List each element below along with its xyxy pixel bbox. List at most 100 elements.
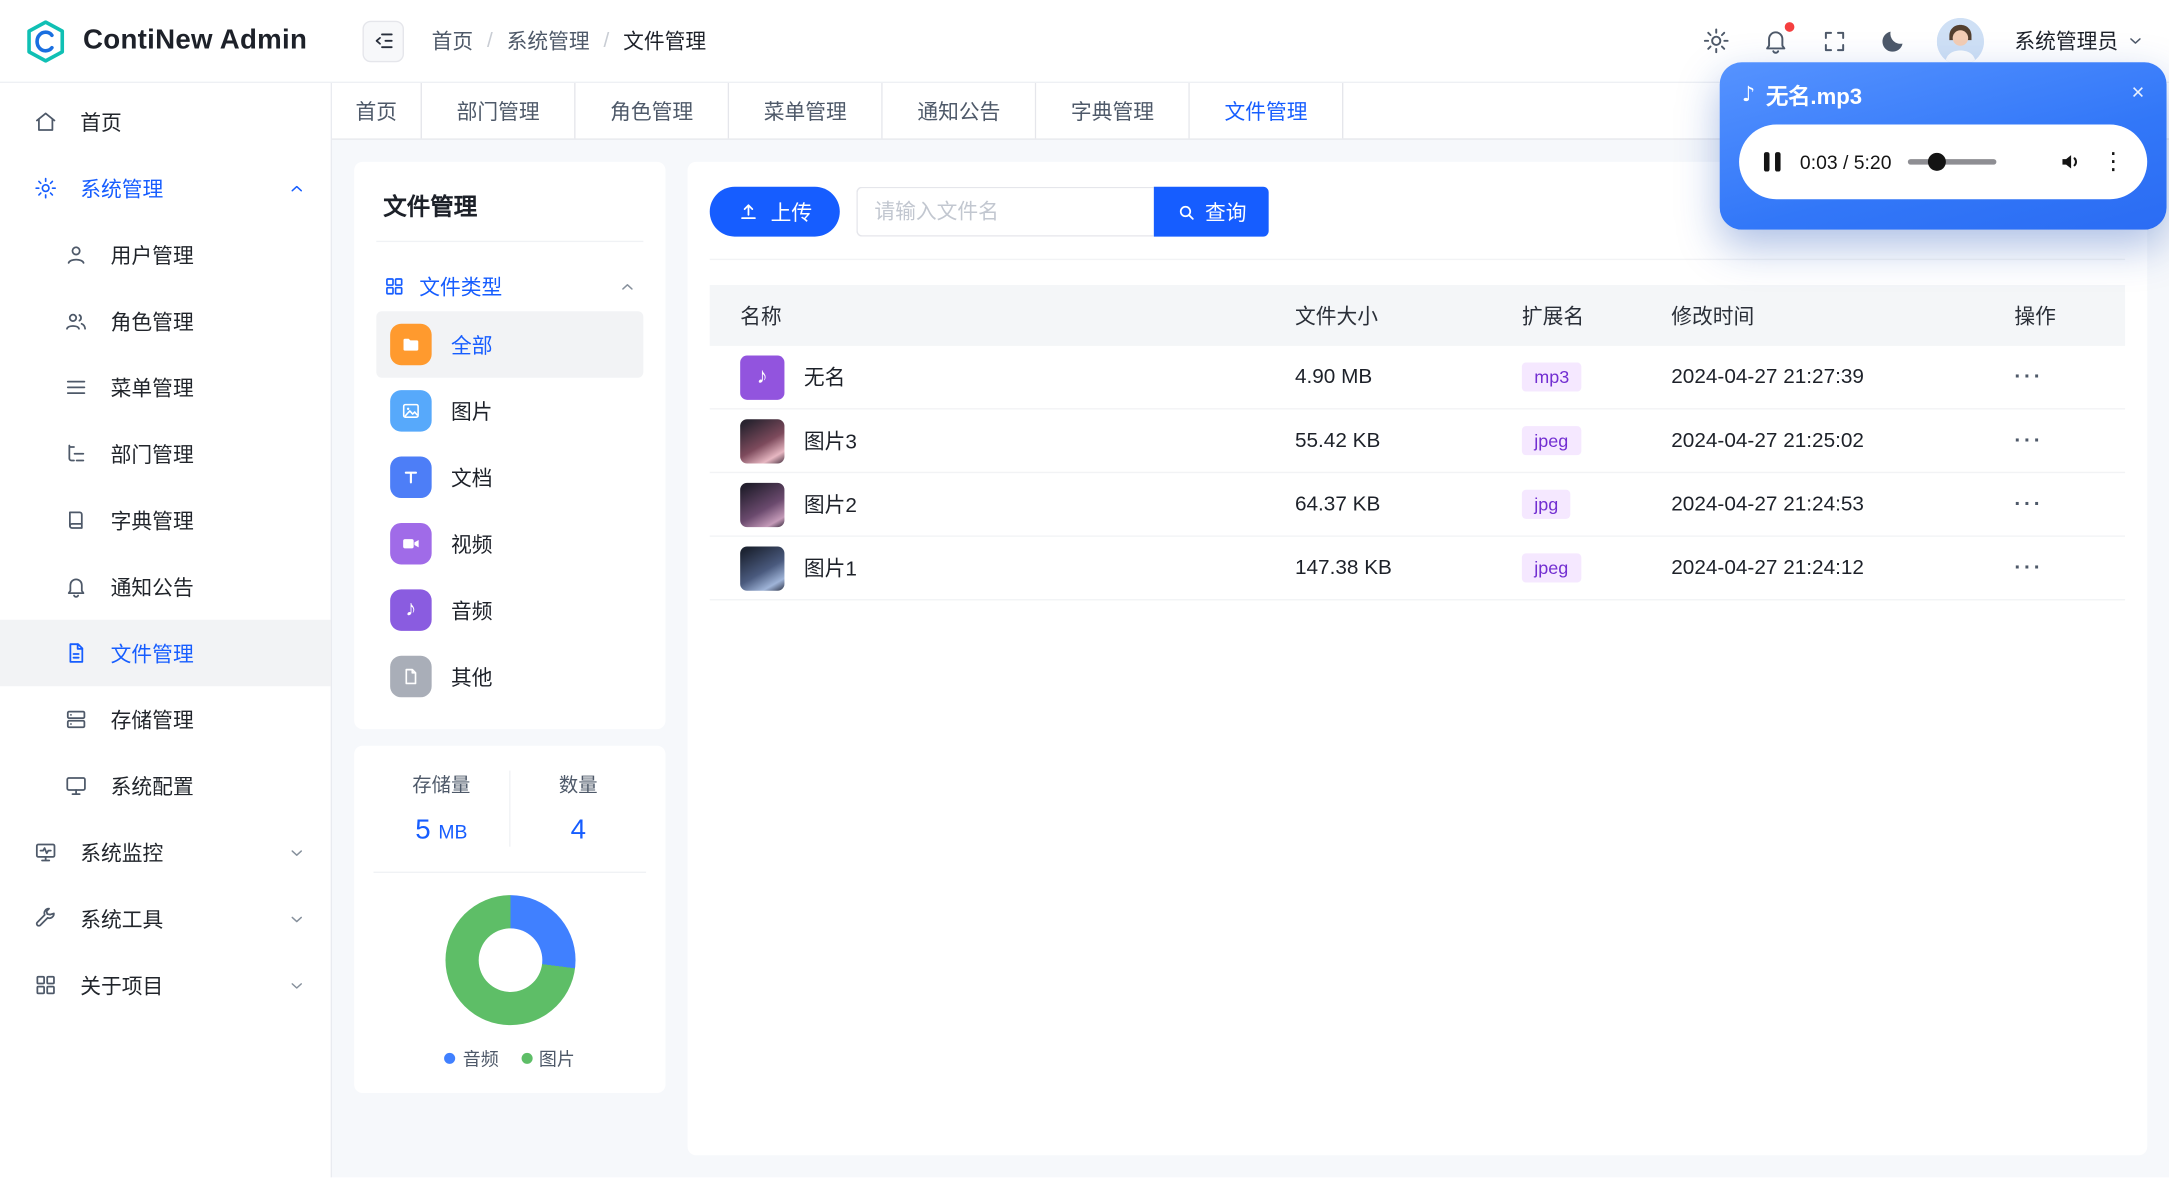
row-actions-button[interactable]: ··· xyxy=(2014,365,2043,389)
type-label: 图片 xyxy=(451,400,493,425)
sidebar-item-home[interactable]: 首页 xyxy=(0,89,331,155)
fullscreen-button[interactable] xyxy=(1821,27,1849,55)
wrench-icon xyxy=(33,906,58,931)
legend-item-image: 图片 xyxy=(520,1045,575,1071)
table-row[interactable]: ♪ 无名 4.90 MB mp3 2024-04-27 21:27:39 ··· xyxy=(709,346,2126,410)
user-avatar[interactable] xyxy=(1936,17,1984,65)
seek-slider-thumb[interactable] xyxy=(1927,152,1946,171)
file-size: 147.38 KB xyxy=(1294,556,1392,580)
gear-icon xyxy=(1703,28,1729,54)
tab-menu-mgmt[interactable]: 菜单管理 xyxy=(729,83,883,139)
breadcrumb-item[interactable]: 系统管理 xyxy=(507,26,590,55)
sidebar-item-menu-mgmt[interactable]: 菜单管理 xyxy=(0,354,331,420)
tab-notice[interactable]: 通知公告 xyxy=(882,83,1037,139)
sidebar-item-system-config[interactable]: 系统配置 xyxy=(0,753,331,819)
ext-tag: jpg xyxy=(1521,489,1571,519)
legend-dot-image xyxy=(520,1052,532,1064)
type-label: 音频 xyxy=(451,599,493,624)
chevron-up-icon xyxy=(618,277,636,295)
type-item-document[interactable]: 文档 xyxy=(376,444,643,510)
modified-time: 2024-04-27 21:24:12 xyxy=(1671,556,1864,580)
sidebar-group-about[interactable]: 关于项目 xyxy=(0,952,331,1018)
file-type-group-toggle[interactable]: 文件类型 xyxy=(376,261,643,311)
sidebar-item-notice[interactable]: 通知公告 xyxy=(0,553,331,619)
divider xyxy=(376,240,644,243)
table-row[interactable]: 图片2 64.37 KB jpg 2024-04-27 21:24:53 ··· xyxy=(709,473,2126,537)
settings-button[interactable] xyxy=(1702,26,1731,55)
tab-dict-mgmt[interactable]: 字典管理 xyxy=(1036,83,1190,139)
ext-tag: jpeg xyxy=(1521,426,1581,456)
chevron-down-icon xyxy=(288,910,306,928)
storage-label: 存储量 xyxy=(412,773,471,796)
file-icon xyxy=(64,641,89,666)
upload-icon xyxy=(741,204,756,220)
seek-slider[interactable] xyxy=(1908,152,1997,171)
volume-button[interactable] xyxy=(2057,148,2085,176)
sidebar-group-label: 系统管理 xyxy=(80,177,164,202)
player-close-button[interactable]: × xyxy=(2131,82,2144,105)
notifications-button[interactable] xyxy=(1761,22,1795,55)
sidebar-item-label: 系统配置 xyxy=(110,775,194,799)
sidebar-item-storage-mgmt[interactable]: 存储管理 xyxy=(0,686,331,752)
tab-home[interactable]: 首页 xyxy=(332,83,422,139)
col-header-ext: 扩展名 xyxy=(1521,305,1585,329)
legend-label: 图片 xyxy=(538,1048,575,1070)
sidebar-group-system-tools[interactable]: 系统工具 xyxy=(0,885,331,951)
type-item-audio[interactable]: ♪ 音频 xyxy=(376,577,643,643)
col-header-actions: 操作 xyxy=(2014,305,2056,329)
count-value: 4 xyxy=(570,814,586,846)
chart-legend: 音频 图片 xyxy=(374,1045,647,1071)
sidebar-item-dept-mgmt[interactable]: 部门管理 xyxy=(0,421,331,487)
storage-stat: 存储量 5 MB xyxy=(374,771,510,847)
player-track-title: 无名.mp3 xyxy=(1766,85,1863,110)
table-row[interactable]: 图片1 147.38 KB jpeg 2024-04-27 21:24:12 ·… xyxy=(709,537,2126,601)
tab-dept-mgmt[interactable]: 部门管理 xyxy=(421,83,576,139)
file-size: 4.90 MB xyxy=(1294,365,1373,389)
sidebar-item-role-mgmt[interactable]: 角色管理 xyxy=(0,288,331,354)
upload-button[interactable]: 上传 xyxy=(709,186,840,237)
sidebar-group-label: 系统工具 xyxy=(80,908,164,932)
book-icon xyxy=(64,508,89,533)
sidebar-item-label: 存储管理 xyxy=(110,709,194,733)
type-item-all[interactable]: 全部 xyxy=(376,311,644,378)
query-button-label: 查询 xyxy=(1205,201,1247,225)
grid-icon xyxy=(33,973,58,998)
row-actions-button[interactable]: ··· xyxy=(2014,493,2043,517)
dark-mode-button[interactable] xyxy=(1879,27,1907,55)
query-button[interactable]: 查询 xyxy=(1153,186,1269,237)
tab-file-mgmt[interactable]: 文件管理 xyxy=(1189,83,1344,139)
breadcrumb-item[interactable]: 首页 xyxy=(432,26,474,55)
sidebar-item-dict-mgmt[interactable]: 字典管理 xyxy=(0,487,331,553)
sidebar-item-file-mgmt[interactable]: 文件管理 xyxy=(0,619,331,687)
type-label: 其他 xyxy=(451,666,493,690)
tab-role-mgmt[interactable]: 角色管理 xyxy=(575,83,730,139)
sidebar-group-system-mgmt[interactable]: 系统管理 xyxy=(0,155,331,221)
username: 系统管理员 xyxy=(2014,30,2119,54)
sidebar-item-user-mgmt[interactable]: 用户管理 xyxy=(0,221,331,287)
breadcrumb-separator: / xyxy=(487,29,493,53)
chevron-up-icon xyxy=(288,179,306,197)
file-size: 55.42 KB xyxy=(1294,428,1381,453)
pause-button[interactable] xyxy=(1761,147,1783,177)
user-menu[interactable]: 系统管理员 xyxy=(2014,26,2144,55)
type-item-other[interactable]: 其他 xyxy=(376,643,643,709)
sidebar-group-system-monitor[interactable]: 系统监控 xyxy=(0,819,331,885)
search-input[interactable] xyxy=(856,186,1154,237)
tree-icon xyxy=(64,441,89,466)
table-row[interactable]: 图片3 55.42 KB jpeg 2024-04-27 21:25:02 ··… xyxy=(709,410,2126,474)
row-actions-button[interactable]: ··· xyxy=(2014,556,2043,580)
folder-icon xyxy=(390,323,432,366)
type-item-video[interactable]: 视频 xyxy=(376,511,643,577)
row-actions-button[interactable]: ··· xyxy=(2014,429,2043,453)
file-name: 无名 xyxy=(803,366,846,391)
type-item-image[interactable]: 图片 xyxy=(376,378,643,444)
sidebar-item-label: 角色管理 xyxy=(110,310,194,335)
sidebar-collapse-button[interactable] xyxy=(362,20,404,62)
legend-dot-audio xyxy=(444,1052,456,1064)
file-name: 图片2 xyxy=(803,493,857,518)
breadcrumb-separator: / xyxy=(603,29,610,53)
monitor-pulse-icon xyxy=(33,840,58,865)
type-label: 全部 xyxy=(451,334,493,358)
user-icon xyxy=(64,242,89,267)
kebab-menu-icon[interactable]: ⋮ xyxy=(2102,149,2126,174)
